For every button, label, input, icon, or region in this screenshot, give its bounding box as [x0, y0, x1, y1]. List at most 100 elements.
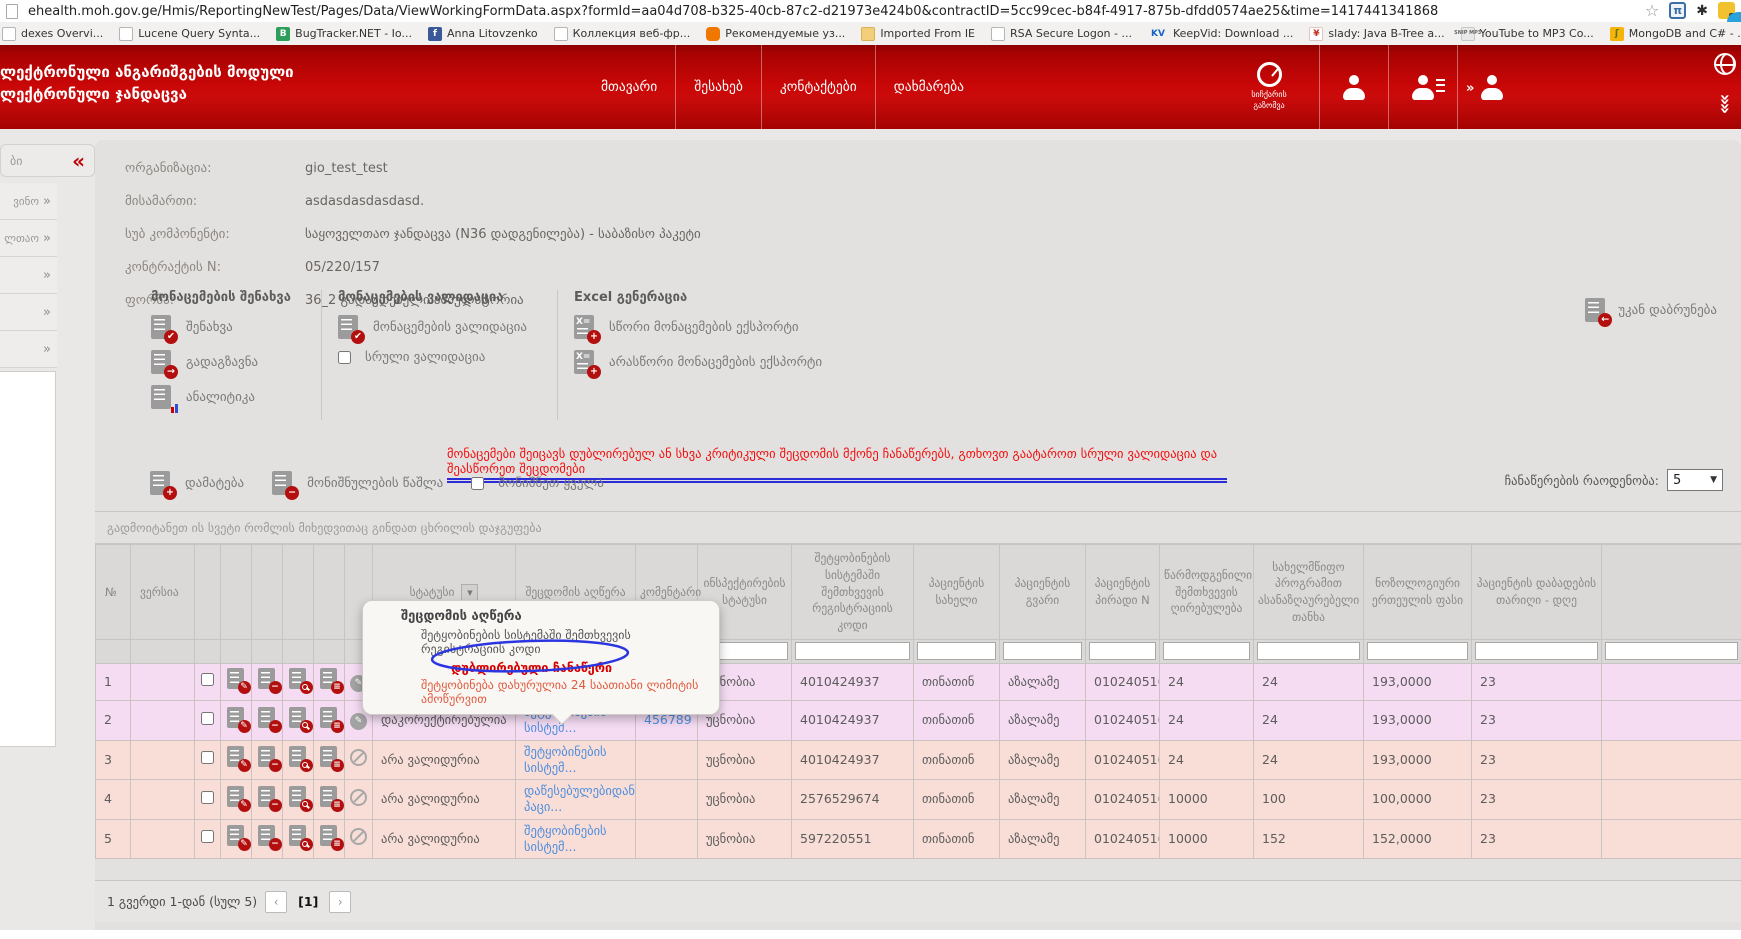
next-page-button[interactable]: ›	[329, 891, 351, 913]
prev-page-button[interactable]: ‹	[265, 891, 287, 913]
delete-icon[interactable]: −	[258, 786, 277, 809]
bookmark-item[interactable]: Lucene Query Synta...	[119, 27, 260, 41]
details-icon[interactable]: ≡	[320, 825, 339, 848]
unit-price-filter-input[interactable]	[1367, 642, 1468, 660]
last-name-filter-input[interactable]	[1003, 642, 1082, 660]
back-button[interactable]: ← უკან დაბრუნება	[1585, 298, 1717, 323]
error-link[interactable]: დაწესებულებიდან პაცი...	[516, 780, 636, 820]
col-personal-n[interactable]: პაციენტის პირადი N	[1086, 545, 1160, 640]
details-icon[interactable]: ≡	[320, 668, 339, 691]
nav-home[interactable]: მთავარი	[583, 45, 675, 129]
bookmark-item[interactable]: dexes Overvi...	[2, 27, 103, 41]
sidebar-item[interactable]: ვინო»	[0, 183, 57, 220]
col-unit-price[interactable]: ნოზოლოგიური ერთეულის ფასი	[1364, 545, 1472, 640]
error-link[interactable]: შეტყობინების სისტემ...	[516, 740, 636, 780]
page-favicon-icon	[6, 4, 18, 19]
nav-contacts[interactable]: კონტაქტები	[761, 45, 875, 129]
add-row-button[interactable]: + დამატება	[150, 471, 244, 496]
bookmark-item[interactable]: KVKeepVid: Download ...	[1148, 27, 1293, 41]
delete-icon[interactable]: −	[258, 746, 277, 769]
first-name-filter-input[interactable]	[917, 642, 996, 660]
edit-icon[interactable]: ✎	[227, 668, 246, 691]
col-first-name[interactable]: პაციენტის სახელი	[914, 545, 1000, 640]
view-icon[interactable]	[289, 825, 308, 848]
bookmark-item[interactable]: SNIP MP3YouTube to MP3 Co...	[1461, 27, 1594, 41]
sidebar-item[interactable]: »	[0, 331, 57, 368]
bookmark-item[interactable]: fAnna Litovzenko	[428, 27, 538, 41]
delete-icon[interactable]: −	[258, 825, 277, 848]
col-reimbursable[interactable]: სახელმწიფო პროგრამით ასანაზღაურებელი თან…	[1254, 545, 1364, 640]
bookmark-item[interactable]: ¥slady: Java B-Tree a...	[1309, 27, 1444, 41]
error-link[interactable]: შეტყობინების სისტემ...	[516, 819, 636, 859]
col-num[interactable]: №	[96, 545, 131, 640]
full-validation-checkbox[interactable]	[338, 351, 351, 364]
logout-button[interactable]: »	[1457, 45, 1526, 129]
filter-row	[96, 640, 1741, 664]
bookmark-item[interactable]: ʃMongoDB and C# - ...	[1610, 27, 1741, 41]
presented-filter-input[interactable]	[1163, 642, 1250, 660]
reimbursable-filter-input[interactable]	[1257, 642, 1360, 660]
profile-button[interactable]	[1319, 45, 1388, 129]
row-checkbox[interactable]	[201, 751, 214, 764]
sidebar-item[interactable]: »	[0, 294, 57, 331]
nav-help[interactable]: დახმარება	[875, 45, 982, 129]
nav-about[interactable]: შესახებ	[675, 45, 761, 129]
edit-icon[interactable]: ✎	[227, 786, 246, 809]
browser-url-bar[interactable]: ehealth.moh.gov.ge/Hmis/ReportingNewTest…	[0, 0, 1741, 22]
col-last-name[interactable]: პაციენტის გვარი	[1000, 545, 1086, 640]
view-icon[interactable]	[289, 668, 308, 691]
records-count-select[interactable]: 5▼	[1667, 469, 1723, 491]
field-label: მისამართი:	[125, 194, 305, 209]
bookmark-star-icon[interactable]: ☆	[1645, 1, 1659, 20]
col-birth-day[interactable]: პაციენტის დაბადების თარიღი - დღე	[1472, 545, 1602, 640]
row-checkbox[interactable]	[201, 830, 214, 843]
view-icon[interactable]	[289, 746, 308, 769]
col-presented[interactable]: წარმოდგენილი შემთხვევის ღირებულება	[1160, 545, 1254, 640]
bug-extension-icon[interactable]: ✱	[1696, 3, 1708, 19]
birth-day-filter-input[interactable]	[1475, 642, 1598, 660]
export-invalid-button[interactable]: + არასწორი მონაცემების ექსპორტი	[574, 350, 822, 375]
row-checkbox[interactable]	[201, 673, 214, 686]
details-icon[interactable]: ≡	[320, 707, 339, 730]
sidebar-collapse-button[interactable]: «	[72, 151, 85, 171]
export-valid-button[interactable]: + სწორი მონაცემების ექსპორტი	[574, 315, 822, 340]
row-checkbox[interactable]	[201, 791, 214, 804]
select-all-checkbox[interactable]	[471, 477, 484, 490]
edit-icon[interactable]: ✎	[227, 746, 246, 769]
send-button[interactable]: → გადაგზავნა	[151, 350, 291, 375]
details-icon[interactable]: ≡	[320, 786, 339, 809]
user-list-button[interactable]	[1388, 45, 1457, 129]
pi-extension-icon[interactable]: π	[1669, 2, 1686, 19]
code-filter-input[interactable]	[795, 642, 910, 660]
save-button[interactable]: ✔ შენახვა	[151, 315, 291, 340]
extra-filter-input[interactable]	[1605, 642, 1738, 660]
speed-test-button[interactable]: სიჩქარის გაზომვა	[1219, 45, 1319, 129]
bookmark-item[interactable]: BBugTracker.NET - Io...	[276, 27, 412, 41]
delete-icon[interactable]: −	[258, 707, 277, 730]
col-version[interactable]: ვერსია	[131, 545, 195, 640]
view-icon[interactable]	[289, 707, 308, 730]
url-text[interactable]: ehealth.moh.gov.ge/Hmis/ReportingNewTest…	[28, 4, 1438, 19]
delete-icon[interactable]: −	[258, 668, 277, 691]
analytics-button[interactable]: ანალიტიკა	[151, 385, 291, 410]
sidebar-item[interactable]: ლთაო»	[0, 220, 57, 257]
bookmark-item[interactable]: Рекомендуемые уз...	[706, 27, 845, 41]
collapse-header-button[interactable]: »»	[1714, 95, 1736, 113]
status-filter-button[interactable]: ▼	[461, 584, 478, 601]
row-checkbox[interactable]	[201, 712, 214, 725]
col-code[interactable]: შეტყობინების სისტემაში შემთხვევის რეგისტ…	[792, 545, 914, 640]
edit-icon[interactable]: ✎	[227, 707, 246, 730]
validate-button[interactable]: ✔ მონაცემების ვალიდაცია	[338, 315, 527, 340]
bookmark-item[interactable]: Коллекция веб-фр...	[554, 27, 691, 41]
delete-selected-button[interactable]: − მონიშნულების წაშლა	[272, 471, 443, 496]
globe-icon[interactable]	[1714, 53, 1736, 75]
personal-n-filter-input[interactable]	[1089, 642, 1156, 660]
current-page[interactable]: [1]	[298, 894, 318, 909]
bookmark-item[interactable]: RSA Secure Logon - ...	[991, 27, 1132, 41]
view-icon[interactable]	[289, 786, 308, 809]
bookmark-item[interactable]: Imported From IE	[861, 27, 975, 41]
sidebar-item[interactable]: »	[0, 257, 57, 294]
details-icon[interactable]: ≡	[320, 746, 339, 769]
speedometer-icon	[1257, 62, 1282, 87]
edit-icon[interactable]: ✎	[227, 825, 246, 848]
